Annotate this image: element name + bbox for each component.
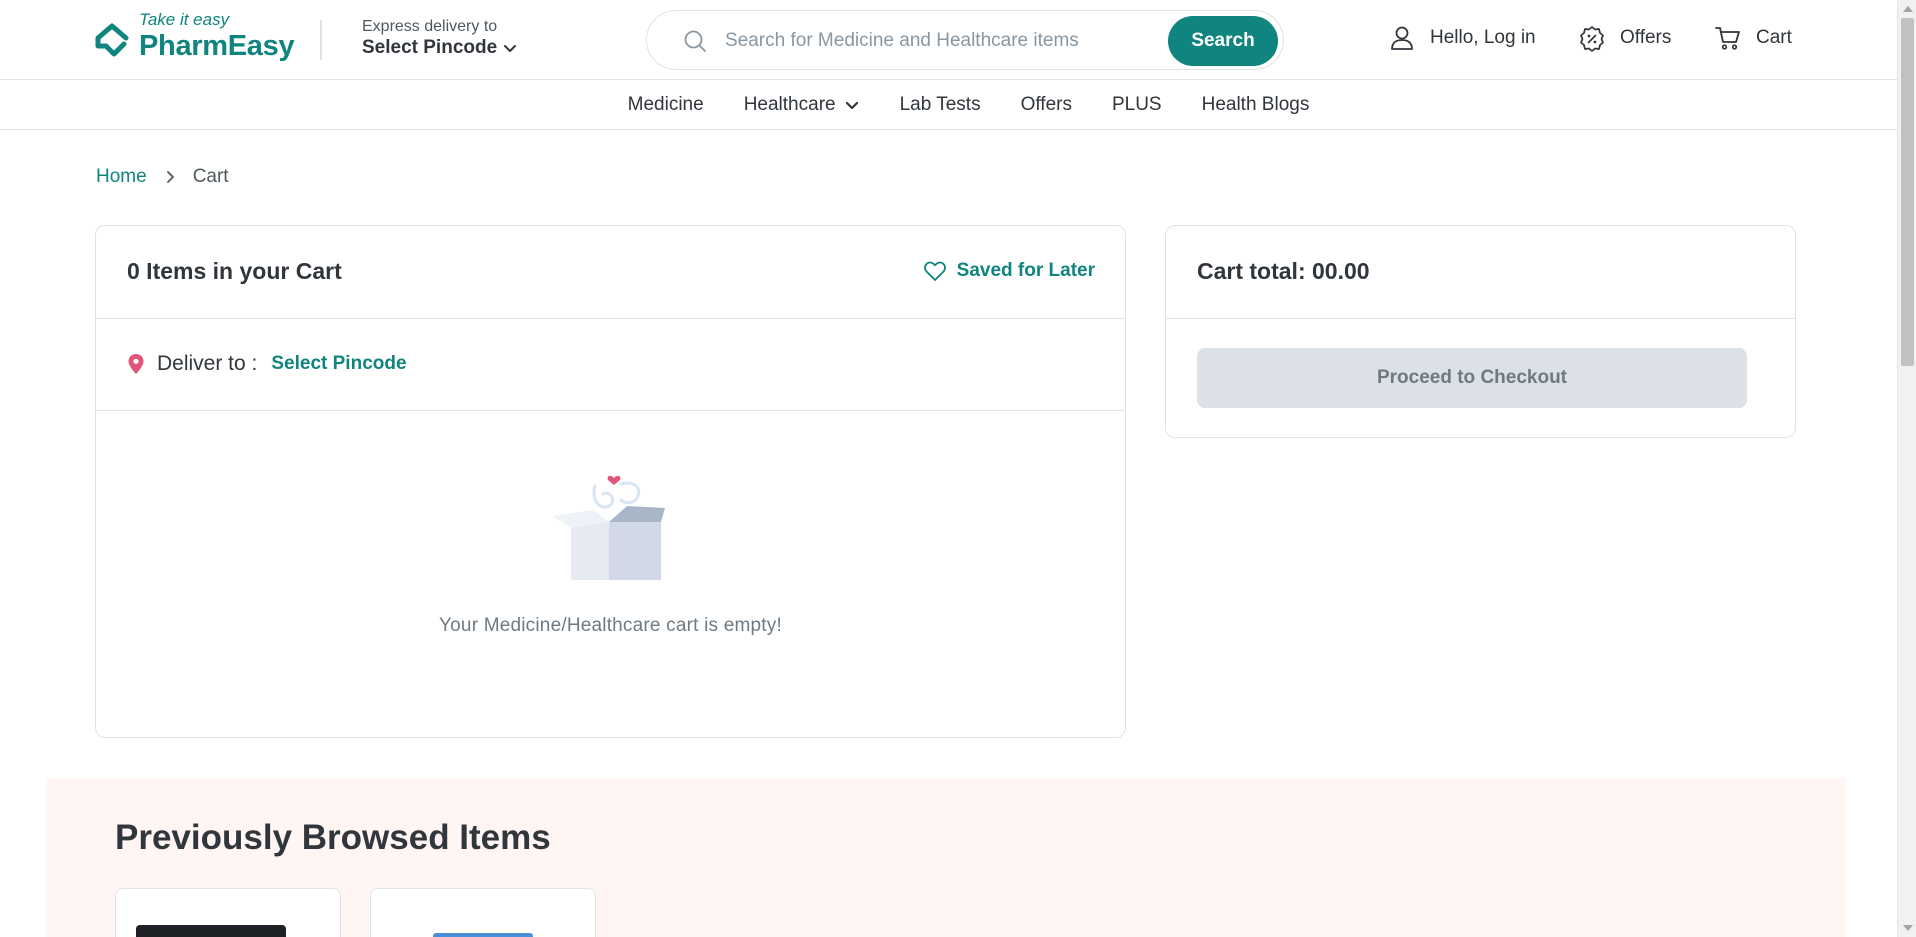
- cart-panel: 0 Items in your Cart Saved for Later Del…: [95, 225, 1126, 738]
- product-image: [433, 933, 533, 937]
- chevron-down-icon: [504, 45, 517, 52]
- login-link[interactable]: Hello, Log in: [1388, 24, 1536, 52]
- scroll-up-arrow[interactable]: [1903, 6, 1913, 12]
- saved-for-later-link[interactable]: Saved for Later: [923, 259, 1095, 283]
- offer-badge-icon: [1580, 26, 1604, 52]
- nav-healthcare[interactable]: Healthcare: [744, 80, 860, 129]
- breadcrumb: Home Cart: [96, 166, 229, 188]
- main-nav: Medicine Healthcare Lab Tests Offers PLU…: [0, 80, 1897, 130]
- nav-plus[interactable]: PLUS: [1112, 80, 1162, 129]
- cart-label: Cart: [1756, 27, 1792, 48]
- scroll-down-arrow[interactable]: [1903, 925, 1913, 931]
- breadcrumb-current: Cart: [192, 166, 229, 187]
- delivery-label: Express delivery to: [362, 18, 498, 35]
- select-pincode-dropdown[interactable]: Select Pincode: [362, 37, 517, 59]
- scroll-thumb[interactable]: [1901, 18, 1914, 366]
- cart-header: 0 Items in your Cart Saved for Later: [96, 226, 1125, 319]
- search-bar: Search: [646, 10, 1284, 70]
- header-divider: [320, 20, 322, 60]
- cart-total-amount: 00.00: [1312, 258, 1370, 284]
- pharmeasy-logo-icon: [95, 23, 129, 57]
- cart-items-count: 0 Items in your Cart: [127, 258, 342, 284]
- search-input[interactable]: [725, 21, 1165, 61]
- login-label: Hello, Log in: [1430, 27, 1536, 48]
- top-header: Take it easy PharmEasy Express delivery …: [0, 0, 1897, 80]
- cart-total-panel: Cart total: 00.00 Proceed to Checkout: [1165, 225, 1796, 438]
- nav-healthcare-label: Healthcare: [743, 94, 836, 115]
- empty-box-illustration: [553, 475, 665, 580]
- proceed-to-checkout-button[interactable]: Proceed to Checkout: [1197, 348, 1747, 408]
- previously-browsed-section: Previously Browsed Items: [46, 778, 1846, 937]
- previously-browsed-title: Previously Browsed Items: [115, 818, 551, 857]
- nav-lab-tests[interactable]: Lab Tests: [900, 80, 981, 129]
- search-icon: [684, 30, 706, 52]
- cart-total-label: Cart total:: [1197, 258, 1306, 284]
- brand-tagline: Take it easy: [139, 10, 230, 29]
- brand-name: PharmEasy: [139, 30, 295, 62]
- nav-health-blogs[interactable]: Health Blogs: [1202, 80, 1310, 129]
- nav-offers[interactable]: Offers: [1021, 80, 1072, 129]
- cart-icon: [1715, 27, 1740, 50]
- deliver-to-label: Deliver to :: [157, 352, 258, 375]
- nav-medicine[interactable]: Medicine: [628, 80, 704, 129]
- cart-total: Cart total: 00.00: [1197, 258, 1370, 285]
- saved-for-later-label: Saved for Later: [956, 260, 1095, 281]
- browsed-product-card[interactable]: [370, 888, 596, 937]
- cart-link[interactable]: Cart: [1714, 24, 1792, 52]
- browsed-product-card[interactable]: [115, 888, 341, 937]
- location-pin-icon: [127, 353, 145, 375]
- offers-link[interactable]: Offers: [1578, 24, 1671, 52]
- empty-cart-message: Your Medicine/Healthcare cart is empty!: [439, 615, 782, 636]
- heart-icon: [923, 261, 946, 281]
- chevron-right-icon: [163, 170, 177, 184]
- deliver-select-pincode[interactable]: Select Pincode: [271, 353, 406, 375]
- cart-total-header: Cart total: 00.00: [1166, 226, 1795, 319]
- brand-logo[interactable]: Take it easy PharmEasy: [94, 8, 295, 64]
- deliver-to-row: Deliver to : Select Pincode: [96, 319, 1125, 411]
- product-image: [136, 925, 286, 937]
- user-icon: [1391, 26, 1413, 50]
- page-scrollbar[interactable]: [1897, 0, 1916, 937]
- delivery-location[interactable]: Express delivery to Select Pincode: [362, 18, 517, 59]
- breadcrumb-home[interactable]: Home: [96, 166, 147, 188]
- offers-label: Offers: [1620, 27, 1672, 48]
- search-button[interactable]: Search: [1168, 16, 1278, 66]
- chevron-down-icon: [845, 101, 858, 109]
- delivery-pincode-text: Select Pincode: [362, 37, 498, 58]
